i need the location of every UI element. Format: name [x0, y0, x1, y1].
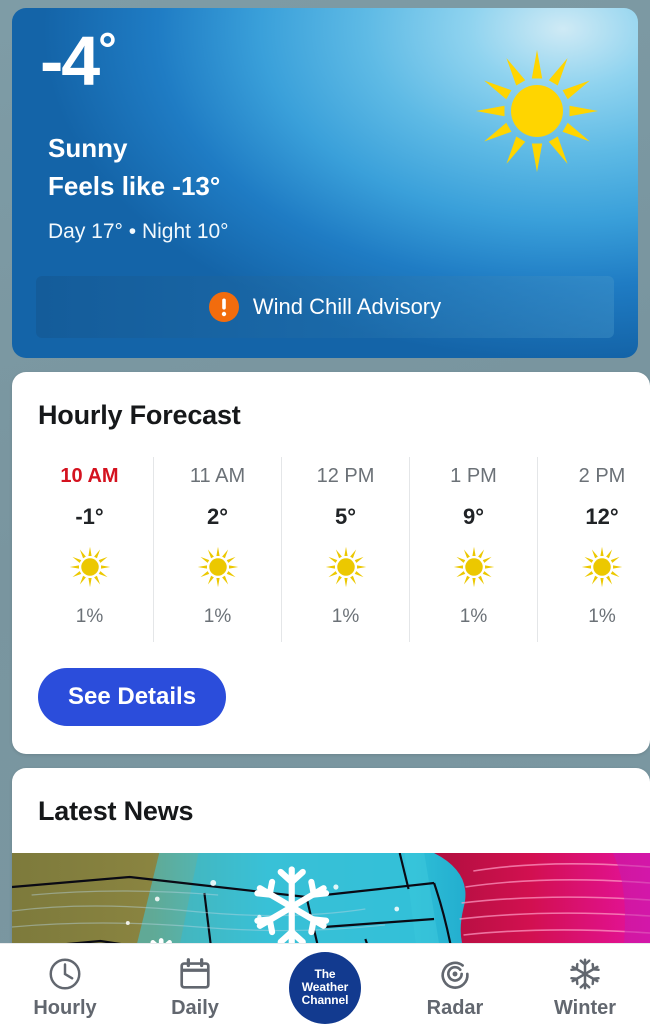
feels-like-label: Feels like -13°	[48, 171, 221, 201]
hourly-forecast-card: Hourly Forecast 10 AM -1° 1% 11 AM 2° 1%…	[12, 372, 650, 754]
hour-precip-chance: 1%	[459, 606, 488, 627]
hourly-column[interactable]: 2 PM 12° 1%	[538, 457, 650, 642]
weather-alert-banner[interactable]: Wind Chill Advisory	[36, 276, 614, 338]
weather-channel-logo: The Weather Channel	[289, 951, 361, 1024]
hourly-forecast-strip[interactable]: 10 AM -1° 1% 11 AM 2° 1% 12 PM 5° 1% 1 P…	[12, 457, 650, 642]
scroll-content[interactable]: -4° Sunny Feels like -13° Day 17° • Nigh…	[0, 0, 650, 943]
hour-precip-chance: 1%	[331, 606, 360, 627]
brand-line-1: The	[314, 967, 336, 982]
see-details-button[interactable]: See Details	[38, 668, 227, 726]
hourly-column[interactable]: 1 PM 9° 1%	[410, 457, 538, 642]
sun-icon	[472, 46, 602, 176]
hour-time: 10 AM	[60, 465, 119, 487]
sun-icon	[195, 544, 241, 590]
calendar-icon	[176, 955, 214, 993]
hour-time: 11 AM	[189, 465, 246, 487]
hour-precip-chance: 1%	[588, 606, 616, 627]
weather-alert-label: Wind Chill Advisory	[252, 294, 442, 319]
latest-news-card[interactable]: Latest News	[12, 768, 650, 943]
sun-icon	[451, 544, 497, 590]
snowflake-icon	[566, 955, 604, 993]
news-hero-image[interactable]	[12, 853, 650, 943]
hour-time: 1 PM	[450, 465, 497, 487]
nav-item-winter[interactable]: Winter	[520, 944, 650, 1031]
hour-temperature: 2°	[206, 504, 229, 529]
clock-icon	[46, 955, 84, 993]
weather-app-screen: -4° Sunny Feels like -13° Day 17° • Nigh…	[0, 0, 650, 1031]
hourly-column[interactable]: 12 PM 5° 1%	[282, 457, 410, 642]
hour-precip-chance: 1%	[203, 606, 232, 627]
hour-temperature: 12°	[585, 504, 619, 529]
hourly-forecast-title: Hourly Forecast	[38, 400, 241, 430]
hourly-column[interactable]: 11 AM 2° 1%	[154, 457, 282, 642]
bottom-navigation-bar: Hourly Daily The Weather Channel Radar W…	[0, 943, 650, 1031]
hour-time: 2 PM	[578, 465, 626, 487]
sun-icon	[67, 544, 113, 590]
current-temperature-value: -4	[40, 22, 100, 100]
hour-precip-chance: 1%	[75, 606, 104, 627]
nav-label-daily: Daily	[171, 997, 219, 1019]
hour-time: 12 PM	[316, 465, 375, 487]
day-night-label: Day 17° • Night 10°	[48, 220, 229, 243]
brand-line-3: Channel	[301, 992, 349, 1007]
degree-symbol: °	[98, 23, 117, 75]
hour-temperature: 9°	[462, 504, 485, 529]
hour-temperature: 5°	[334, 504, 357, 529]
sun-icon	[579, 544, 625, 590]
sun-icon	[323, 544, 369, 590]
nav-label-winter: Winter	[553, 997, 617, 1019]
current-temperature: -4°	[40, 26, 117, 96]
radar-icon	[436, 955, 474, 993]
hourly-column[interactable]: 10 AM -1° 1%	[26, 457, 154, 642]
nav-item-radar[interactable]: Radar	[390, 944, 520, 1031]
nav-label-hourly: Hourly	[33, 997, 97, 1019]
current-condition-label: Sunny	[48, 133, 128, 163]
nav-item-weather-channel-home[interactable]: The Weather Channel	[260, 944, 390, 1031]
latest-news-title: Latest News	[38, 796, 194, 826]
hour-temperature: -1°	[75, 504, 104, 529]
nav-item-hourly[interactable]: Hourly	[0, 944, 130, 1031]
nav-label-radar: Radar	[426, 997, 484, 1019]
alert-exclamation-icon	[208, 292, 239, 322]
nav-item-daily[interactable]: Daily	[130, 944, 260, 1031]
current-conditions-card[interactable]: -4° Sunny Feels like -13° Day 17° • Nigh…	[12, 8, 638, 358]
